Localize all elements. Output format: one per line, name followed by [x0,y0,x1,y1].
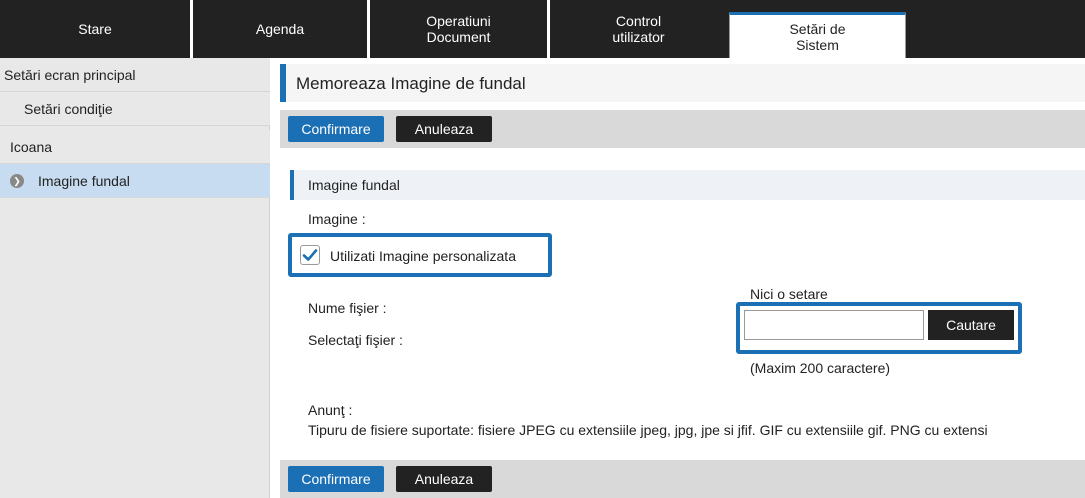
tab-label: Setări de Sistem [789,20,846,53]
custom-image-checkbox-group: Utilizati Imagine personalizata [288,233,552,277]
tab-agenda[interactable]: Agenda [190,0,367,58]
tab-control-utilizator[interactable]: Control utilizator [547,0,727,58]
bottom-button-bar: Confirmare Anuleaza [280,460,1085,498]
notice-label: Anunţ : [308,402,353,418]
sidebar-item-label: Icoana [10,138,53,155]
sidebar-item-setari-ecran-principal[interactable]: Setări ecran principal [0,58,270,92]
sidebar-item-icoana[interactable]: Icoana [0,130,270,164]
tab-label: Stare [78,21,112,37]
select-file-label: Selectaţi fişier : [308,332,403,348]
top-tab-bar: Stare Agenda Operatiuni Document Control… [0,0,1085,58]
confirm-button[interactable]: Confirmare [288,116,384,142]
checkmark-icon [302,249,318,261]
browse-button[interactable]: Cautare [928,310,1014,340]
sidebar-item-label: Setări condiţie [24,100,113,117]
confirm-button[interactable]: Confirmare [288,466,384,492]
max-chars-note: (Maxim 200 caractere) [750,360,891,376]
tab-label: Operatiuni Document [426,13,491,45]
filename-value: Nici o setare [750,286,828,302]
tab-label: Control utilizator [612,13,665,45]
tab-setari-de-sistem[interactable]: Setări de Sistem [729,12,906,58]
page-title-bar: Memoreaza Imagine de fundal [280,64,1085,102]
file-path-input[interactable] [744,310,924,340]
top-button-bar: Confirmare Anuleaza [280,110,1085,148]
custom-image-checkbox[interactable] [300,245,320,265]
sidebar: Setări ecran principal Setări condiţie I… [0,58,270,498]
filename-label: Nume fişier : [308,300,387,316]
section-title: Imagine fundal [308,177,400,193]
checkbox-label: Utilizati Imagine personalizata [330,248,516,264]
image-label: Imagine : [308,211,366,227]
section-header: Imagine fundal [290,170,1085,200]
cancel-button[interactable]: Anuleaza [396,116,492,142]
sidebar-item-label: Imagine fundal [38,172,130,189]
tab-operatiuni-document[interactable]: Operatiuni Document [367,0,547,58]
notice-text: Tipuru de fisiere suportate: fisiere JPE… [308,422,988,438]
file-select-group: Cautare [736,302,1022,354]
page-title: Memoreaza Imagine de fundal [296,74,526,93]
chevron-right-icon: ❯ [10,174,24,188]
sidebar-item-imagine-fundal[interactable]: ❯ Imagine fundal [0,164,270,198]
tab-stare[interactable]: Stare [0,0,190,58]
main-content: Memoreaza Imagine de fundal Confirmare A… [280,58,1085,498]
cancel-button[interactable]: Anuleaza [396,466,492,492]
tab-label: Agenda [255,21,305,37]
sidebar-item-setari-conditie[interactable]: Setări condiţie [0,92,270,126]
sidebar-item-label: Setări ecran principal [4,66,136,83]
